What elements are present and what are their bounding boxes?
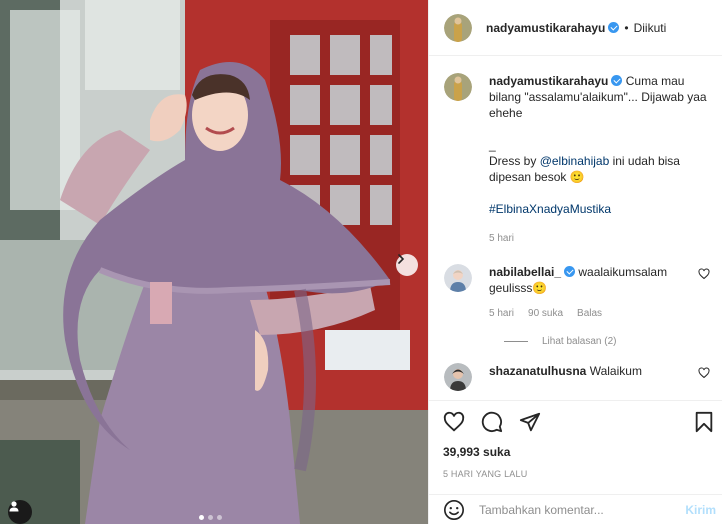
commenter-avatar[interactable] [444,363,472,391]
author-avatar[interactable] [444,13,472,42]
heart-icon[interactable] [698,367,710,379]
caption-underscore: _ [489,138,496,152]
post-header: nadyamustikarahayu • Diikuti [429,0,722,56]
view-replies-button[interactable]: Lihat balasan (2) [504,336,710,347]
emoji-icon[interactable] [443,499,465,521]
post-photo[interactable] [0,0,428,524]
post-actions: 39,993 suka 5 HARI YANG LALU [429,400,722,479]
post-timestamp[interactable]: 5 HARI YANG LALU [443,469,714,479]
share-icon [519,412,541,432]
follow-status-button[interactable]: Diikuti [634,21,667,35]
comment-likes[interactable]: 90 suka [528,306,563,322]
verified-badge-icon [611,75,623,86]
mention-link[interactable]: @elbinahijab [540,154,610,168]
save-button[interactable] [694,411,714,433]
caption-dress-prefix: Dress by [489,154,540,168]
caption-dress-line: Dress by @elbinahijab ini udah bisa dipe… [489,153,710,185]
commenter-avatar[interactable] [444,264,472,292]
comment-text: Walaikum [589,364,642,378]
next-slide-button[interactable] [396,254,418,276]
carousel-dot [217,515,222,520]
like-count[interactable]: 39,993 suka [443,445,714,459]
comment-item: nabilabellai_ waalaikumsalam geulisss🙂 5… [444,264,710,322]
author-username[interactable]: nadyamustikarahayu [486,21,605,35]
bookmark-icon [695,411,713,433]
comment-item: shazanatulhusna Walaikum [444,363,710,391]
header-separator: • [624,20,629,35]
tagged-users-button[interactable] [8,500,32,524]
chevron-right-icon [398,254,405,264]
verified-badge-icon [608,22,620,33]
comment-time[interactable]: 5 hari [489,306,514,322]
verified-badge-icon [564,266,576,277]
share-button[interactable] [519,411,541,433]
add-comment-bar: Kirim [429,494,722,524]
caption-time[interactable]: 5 hari [489,231,514,247]
carousel-dot-active [199,515,204,520]
caption-text: nadyamustikarahayu Cuma mau bilang "assa… [489,73,710,121]
post-comment-button[interactable]: Kirim [685,503,716,517]
post-image [0,0,428,524]
comments-section[interactable]: nadyamustikarahayu Cuma mau bilang "assa… [429,57,722,399]
comment-username[interactable]: nabilabellai_ [489,265,561,279]
comment-username[interactable]: shazanatulhusna [489,364,586,378]
carousel-indicator [199,515,222,520]
view-replies-label: Lihat balasan (2) [542,336,617,347]
caption: nadyamustikarahayu Cuma mau bilang "assa… [444,73,710,247]
carousel-dot [208,515,213,520]
caption-username[interactable]: nadyamustikarahayu [489,74,608,88]
replies-divider [504,341,528,342]
comment-input[interactable] [479,502,686,517]
comment-icon [481,411,503,433]
comment-button[interactable] [481,411,503,433]
reply-button[interactable]: Balas [577,306,602,322]
user-tag-icon [9,501,19,512]
hashtag-link[interactable]: #ElbinaXnadyaMustika [489,201,710,217]
like-button[interactable] [443,411,465,433]
post-side-panel: nadyamustikarahayu • Diikuti nadyamustik… [428,0,722,524]
heart-icon[interactable] [698,268,710,280]
caption-avatar[interactable] [444,73,472,101]
heart-icon [443,411,465,432]
